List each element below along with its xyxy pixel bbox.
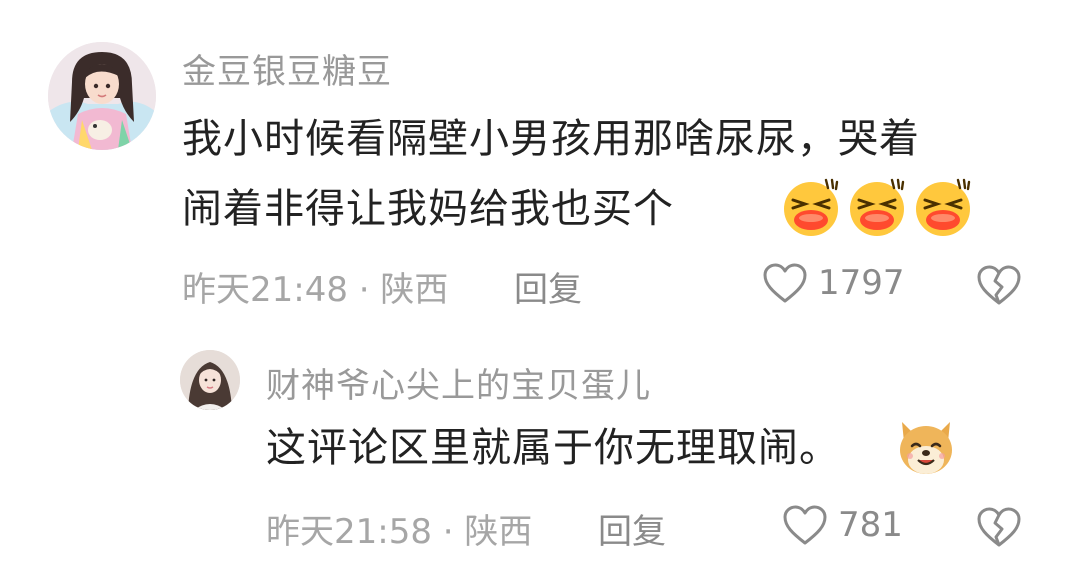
emoji-group [780,176,974,242]
username[interactable]: 金豆银豆糖豆 [182,44,392,93]
comment-text-line: 我小时候看隔壁小男孩用那啥尿尿，哭着 [182,116,920,162]
laughing-tears-emoji [846,176,908,242]
comment-item: 金豆银豆糖豆 我小时候看隔壁小男孩用那啥尿尿，哭着 闹着非得让我妈给我也买个 昨… [0,0,1080,330]
like-button[interactable]: 1797 [762,262,905,304]
emoji-group [894,416,958,482]
comment-text: 这评论区里就属于你无理取闹。 [266,425,840,471]
username[interactable]: 财神爷心尖上的宝贝蛋儿 [266,358,651,407]
comment-time: 昨天21:58 [266,512,432,552]
laughing-tears-emoji [780,176,842,242]
reply-button[interactable]: 回复 [598,504,666,553]
dislike-button[interactable] [976,264,1022,306]
comment-location: 陕西 [464,512,533,552]
meta-separator: · [442,512,454,552]
comment-location: 陕西 [380,270,449,310]
comment-meta: 昨天21:58 · 陕西 [266,504,532,553]
heart-icon [782,504,828,546]
like-count: 1797 [818,263,905,303]
reply-button[interactable]: 回复 [514,262,582,311]
doge-emoji [894,416,958,482]
heart-icon [762,262,808,304]
comment-time: 昨天21:48 [182,270,348,310]
comment-meta: 昨天21:48 · 陕西 [182,262,448,311]
user-avatar[interactable] [48,42,156,150]
reply-item: 财神爷心尖上的宝贝蛋儿 这评论区里就属于你无理取闹。 昨天21:58 · 陕西 … [0,330,1080,574]
broken-heart-icon [976,264,1022,306]
laughing-tears-emoji [912,176,974,242]
like-button[interactable]: 781 [782,504,903,546]
like-count: 781 [838,505,903,545]
meta-separator: · [358,270,370,310]
user-avatar[interactable] [180,350,240,410]
dislike-button[interactable] [976,506,1022,548]
broken-heart-icon [976,506,1022,548]
